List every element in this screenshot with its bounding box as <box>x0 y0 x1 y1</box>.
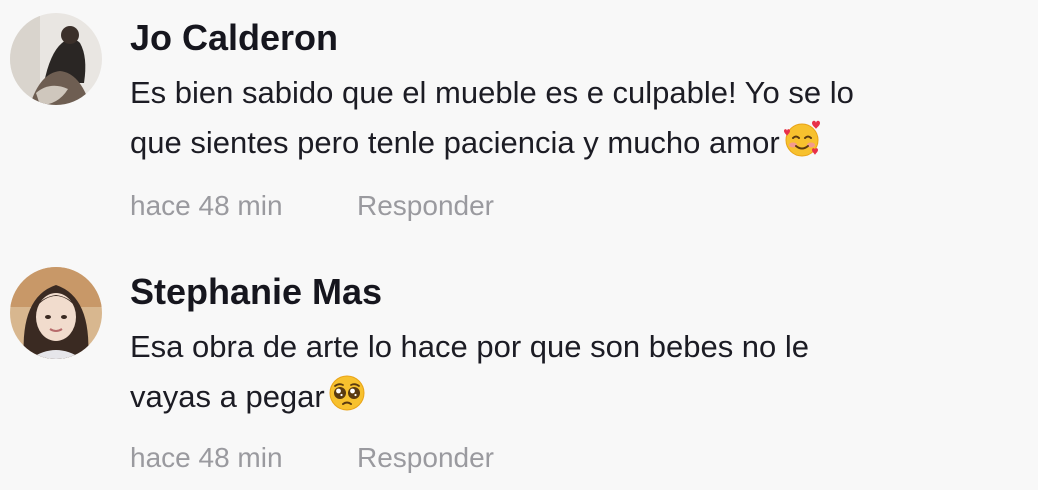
comment-item: Stephanie Mas Esa obra de arte lo hace p… <box>0 252 1038 490</box>
comment-text-line: vayas a pegar <box>130 379 325 414</box>
comment-text-line: Es bien sabido que el mueble es e culpab… <box>130 75 854 110</box>
comment-timestamp: hace 48 min <box>130 442 283 473</box>
avatar-photo <box>10 13 102 105</box>
comment-text-line-with-emoji: vayas a pegar <box>130 372 1010 422</box>
avatar[interactable] <box>10 13 102 105</box>
comment-text: Es bien sabido que el mueble es e culpab… <box>130 68 1010 168</box>
smiling-face-with-hearts-icon <box>782 119 822 159</box>
comment-item: Jo Calderon Es bien sabido que el mueble… <box>0 0 1038 250</box>
comment-timestamp: hace 48 min <box>130 190 283 221</box>
comment-meta: hace 48 min Responder <box>130 189 494 223</box>
comment-text-line-with-emoji: que sientes pero tenle paciencia y mucho… <box>130 118 1010 168</box>
comment-text: Esa obra de arte lo hace por que son beb… <box>130 322 1010 422</box>
reply-button[interactable]: Responder <box>357 441 494 475</box>
avatar[interactable] <box>10 267 102 359</box>
comment-author[interactable]: Jo Calderon <box>130 18 338 58</box>
avatar-photo <box>10 267 102 359</box>
comment-text-line: que sientes pero tenle paciencia y mucho… <box>130 125 780 160</box>
comment-meta: hace 48 min Responder <box>130 441 494 475</box>
reply-button[interactable]: Responder <box>357 189 494 223</box>
comment-author[interactable]: Stephanie Mas <box>130 272 382 312</box>
pleading-face-icon <box>327 373 367 413</box>
comment-text-line: Esa obra de arte lo hace por que son beb… <box>130 329 810 364</box>
